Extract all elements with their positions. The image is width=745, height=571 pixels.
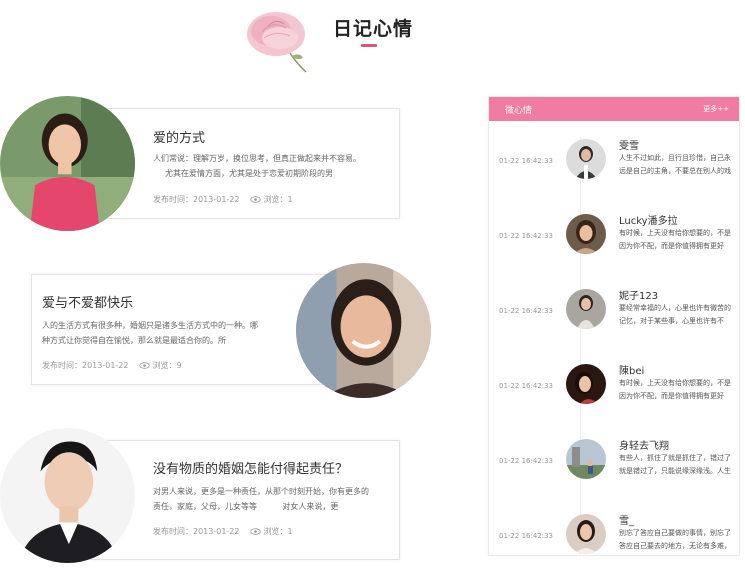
view-count: 浏览：9 [152,361,182,370]
mood-avatar[interactable] [566,364,606,404]
mood-text: 人生不过如此，且行且珍惜，自己永 远是自己的主角，不要总在别人的戏 [619,154,731,175]
title-underline [361,44,377,47]
view-count: 浏览：1 [263,527,293,536]
mood-time: 01-22 16:42:33 [499,532,554,540]
mood-time: 01-22 16:42:33 [499,457,554,465]
more-link[interactable]: 更多++ [703,104,729,114]
mood-text: 有些人，抓住了就是抓住了，错过了 就是错过了，只能说缘深缘浅。人生 [619,454,731,475]
mood-avatar[interactable] [566,214,606,254]
view-count: 浏览：1 [263,195,293,204]
mood-avatar[interactable] [566,289,606,329]
mood-item[interactable]: 01-22 16:42:33 雪_ 别忘了答应自己要做的事情，别忘了 答应自己要去… [489,512,739,555]
diary-avatar-woman-smiling[interactable] [296,263,431,398]
mood-item[interactable]: 01-22 16:42:33 雯雪 人生不过如此，且行且珍惜，自己永 远是自己的主… [489,137,739,207]
diary-title[interactable]: 爱的方式 [153,127,205,146]
diary-excerpt: 对男人来说，更多是一种责任，从那个时刻开始，你有更多的 责任，家庭，父母，儿女等… [153,487,369,511]
mood-text: 有时候，上天没有给你想要的，不是 因为你不配，而是你值得拥有更好 [619,229,731,250]
mood-text: 要经常幸福的人，心里也许有微苦的 记忆，对于某些事，心里也许有不 [619,304,731,325]
mood-text: 别忘了答应自己要做的事情，别忘了 答应自己要去的地方，无论有多难， [619,529,731,550]
eye-icon [249,528,261,535]
diary-avatar-woman-pink-dress[interactable] [0,96,135,231]
mood-time: 01-22 16:42:33 [499,382,554,390]
diary-title[interactable]: 爱与不爱都快乐 [42,292,133,311]
diary-excerpt: 人们常说：理解万岁，换位思考，但真正做起来并不容易。 尤其在爱情方面，尤其是处于… [153,154,361,178]
mood-text: 有时候，上天没有给你想要的，不是 因为你不配，而是你值得拥有更好 [619,379,731,400]
mood-user-name[interactable]: 雪_ [619,512,634,527]
mood-user-name[interactable]: 陳bei [619,362,644,377]
mood-user-name[interactable]: 雯雪 [619,137,639,152]
mood-time: 01-22 16:42:33 [499,307,554,315]
mood-item[interactable]: 01-22 16:42:33 妮子123 要经常幸福的人，心里也许有微苦的 记忆，… [489,287,739,357]
panel-title: 微心情 [505,106,533,116]
diary-title[interactable]: 没有物质的婚姻怎能付得起责任？ [153,458,348,477]
micro-mood-panel: 微心情 更多++ 01-22 16:42:33 雯雪 人生不过如此，且行且珍惜，… [488,96,740,556]
eye-icon [138,362,150,369]
mood-avatar[interactable] [566,514,606,554]
eye-icon [249,196,261,203]
mood-user-name[interactable]: Lucky潘多拉 [619,212,678,227]
mood-item[interactable]: 01-22 16:42:33 Lucky潘多拉 有时候，上天没有给你想要的，不是… [489,212,739,282]
rose-flower-icon [240,4,318,74]
panel-header: 微心情 更多++ [489,97,739,121]
publish-time: 发布时间：2013-01-22 [153,195,240,204]
diary-meta: 发布时间：2013-01-22 浏览：1 [153,194,293,205]
diary-meta: 发布时间：2013-01-22 浏览：9 [42,360,182,371]
mood-item[interactable]: 01-22 16:42:33 身轻去飞翔 有些人，抓住了就是抓住了，错过了 就是错… [489,437,739,507]
mood-item[interactable]: 01-22 16:42:33 陳bei 有时候，上天没有给你想要的，不是 因为你不… [489,362,739,432]
mood-time: 01-22 16:42:33 [499,157,554,165]
mood-user-name[interactable]: 妮子123 [619,287,658,302]
publish-time: 发布时间：2013-01-22 [153,527,240,536]
page-title: 日记心情 [333,18,414,40]
mood-avatar[interactable] [566,139,606,179]
mood-time: 01-22 16:42:33 [499,232,554,240]
diary-meta: 发布时间：2013-01-22 浏览：1 [153,526,293,537]
diary-excerpt: 人的生活方式有很多种，婚姻只是诸多生活方式中的一种。哪 种方式让你觉得自在愉悦，… [42,321,258,345]
diary-avatar-young-man[interactable] [0,428,135,563]
publish-time: 发布时间：2013-01-22 [42,361,129,370]
mood-user-name[interactable]: 身轻去飞翔 [619,437,669,452]
mood-avatar[interactable] [566,439,606,479]
